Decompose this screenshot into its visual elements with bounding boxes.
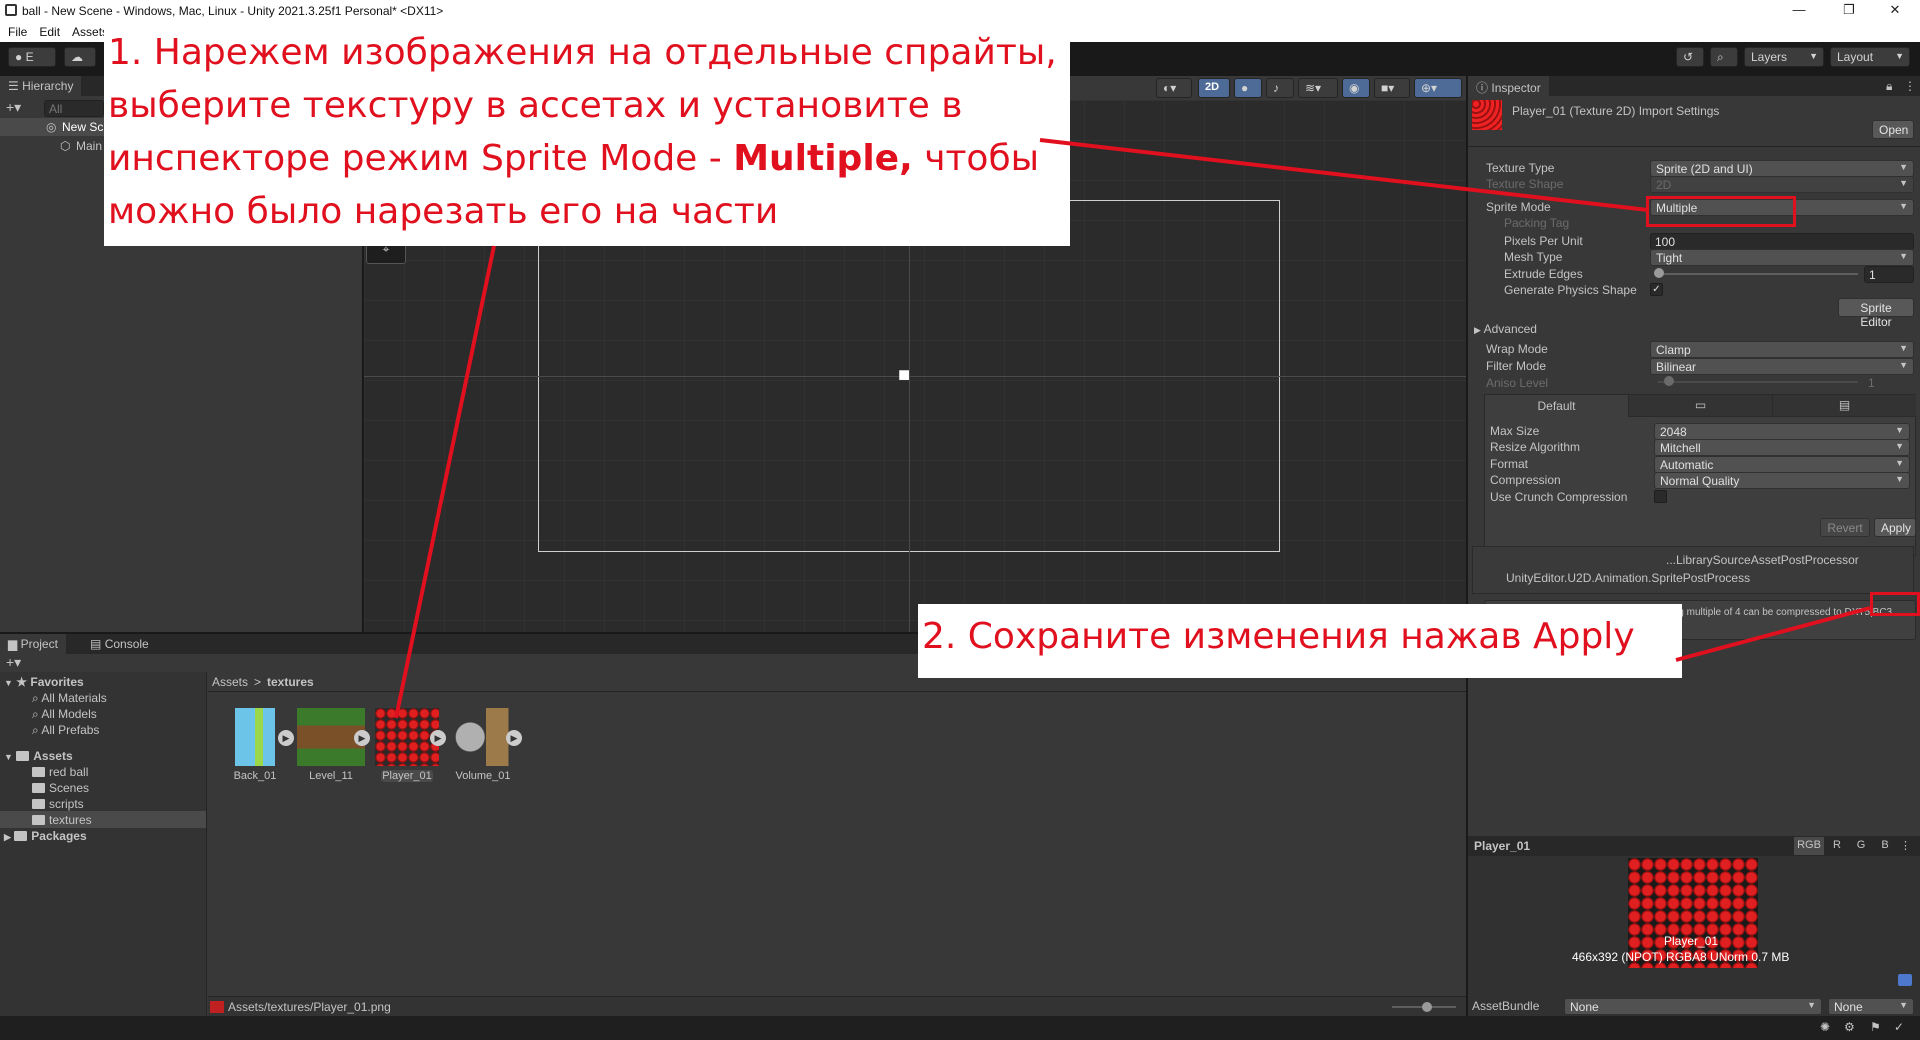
arrow-to-sprite-mode: [1039, 138, 1649, 212]
annotation-arrows: [394, 138, 1871, 719]
arrow-to-player-asset: [394, 245, 496, 719]
arrow-to-apply: [1675, 606, 1871, 662]
